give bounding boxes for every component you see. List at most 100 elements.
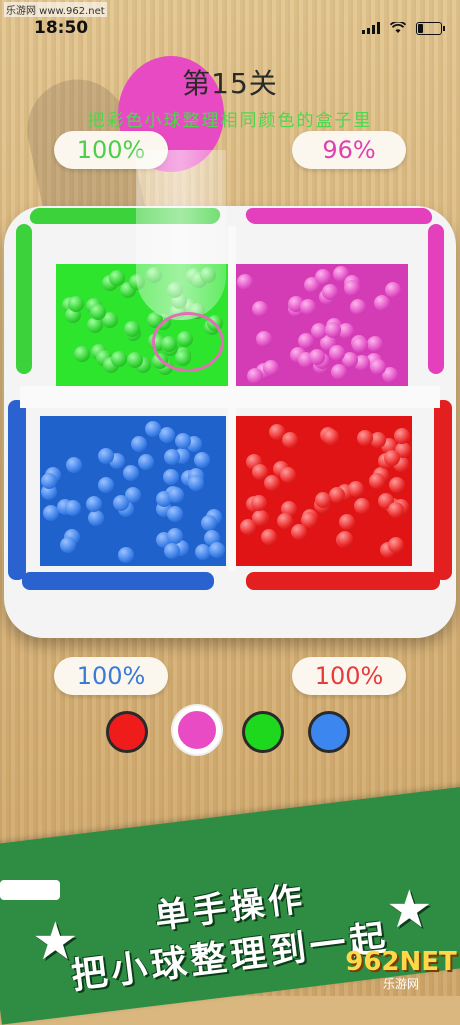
magenta-rim xyxy=(244,208,434,224)
ball xyxy=(66,457,82,473)
ball xyxy=(109,270,125,286)
ball xyxy=(188,475,204,491)
ball xyxy=(331,364,347,380)
ball xyxy=(325,322,341,338)
ball xyxy=(357,430,373,446)
color-swatch-green[interactable] xyxy=(242,711,284,753)
blue-progress-badge: 100% xyxy=(54,657,168,695)
ball xyxy=(98,477,114,493)
star-icon: ★ xyxy=(32,912,79,972)
ball xyxy=(131,436,147,452)
ball xyxy=(329,345,345,361)
ball xyxy=(385,282,401,298)
ball xyxy=(339,514,355,530)
ball xyxy=(315,269,331,285)
tray-divider-horizontal xyxy=(20,386,440,408)
ball xyxy=(354,498,370,514)
ball xyxy=(367,336,383,352)
red-compartment[interactable] xyxy=(234,416,412,566)
ball xyxy=(86,496,102,512)
magenta-progress-badge: 96% xyxy=(292,131,406,169)
ball xyxy=(384,450,400,466)
ball xyxy=(201,515,217,531)
ball xyxy=(167,528,183,544)
ball xyxy=(167,506,183,522)
blue-rim-side xyxy=(8,400,26,580)
ball xyxy=(394,428,410,444)
dropper-tube[interactable] xyxy=(136,150,226,320)
ball xyxy=(164,449,180,465)
ball xyxy=(369,473,385,489)
ball xyxy=(138,454,154,470)
watermark: 乐游网 www.962.net xyxy=(4,2,107,17)
ball xyxy=(118,547,134,563)
status-icons xyxy=(362,21,445,35)
level-instruction: 把彩色小球整理相同颜色的盒子里 xyxy=(87,111,373,131)
ball xyxy=(145,421,161,437)
ball xyxy=(280,467,296,483)
ball xyxy=(74,346,90,362)
ball xyxy=(350,299,366,315)
color-swatch-magenta[interactable] xyxy=(173,706,221,754)
ball xyxy=(163,469,179,485)
ball xyxy=(252,301,268,317)
red-rim xyxy=(246,572,440,590)
color-swatch-blue[interactable] xyxy=(308,711,350,753)
ball xyxy=(90,304,106,320)
color-picker xyxy=(0,706,460,760)
red-rim-side xyxy=(434,400,452,580)
ball xyxy=(300,299,316,315)
ball xyxy=(263,360,279,376)
battery-icon xyxy=(416,21,445,35)
ball xyxy=(113,495,129,511)
ball xyxy=(65,500,81,516)
ball xyxy=(251,495,267,511)
ball xyxy=(374,295,390,311)
ball xyxy=(389,477,405,493)
ball xyxy=(352,337,368,353)
ball xyxy=(256,331,272,347)
wifi-icon xyxy=(390,22,406,33)
green-rim-side xyxy=(16,224,32,374)
ball xyxy=(124,321,140,337)
ball xyxy=(123,465,139,481)
red-progress-badge: 100% xyxy=(292,657,406,695)
ball xyxy=(127,352,143,368)
ball xyxy=(264,475,280,491)
ball xyxy=(60,537,76,553)
ball xyxy=(309,349,325,365)
ball xyxy=(329,487,345,503)
ball xyxy=(323,429,339,445)
ball xyxy=(209,542,225,558)
ball xyxy=(88,510,104,526)
ball xyxy=(164,543,180,559)
ball xyxy=(247,368,263,384)
brand-logo: 962NET 乐游网 xyxy=(345,946,457,992)
level-title: 第15关 xyxy=(182,67,278,100)
magenta-compartment[interactable] xyxy=(236,264,408,386)
ball xyxy=(159,427,175,443)
ball xyxy=(261,529,277,545)
ball xyxy=(194,452,210,468)
ball xyxy=(168,487,184,503)
ball xyxy=(348,481,364,497)
blue-rim xyxy=(22,572,214,590)
ball xyxy=(337,531,353,547)
ball xyxy=(175,433,191,449)
cellular-signal-icon xyxy=(362,22,380,34)
ball xyxy=(237,274,253,290)
brand-logo-text: 962NET xyxy=(345,946,457,977)
promo-card xyxy=(0,880,60,900)
ball xyxy=(41,473,57,489)
color-swatch-red[interactable] xyxy=(106,711,148,753)
blue-compartment[interactable] xyxy=(40,416,226,566)
ball xyxy=(68,296,84,312)
ball xyxy=(322,284,338,300)
ball xyxy=(370,359,386,375)
star-icon: ★ xyxy=(386,880,433,940)
ball xyxy=(388,502,404,518)
ball xyxy=(111,351,127,367)
ball xyxy=(277,513,293,529)
ball xyxy=(298,333,314,349)
ball xyxy=(252,510,268,526)
